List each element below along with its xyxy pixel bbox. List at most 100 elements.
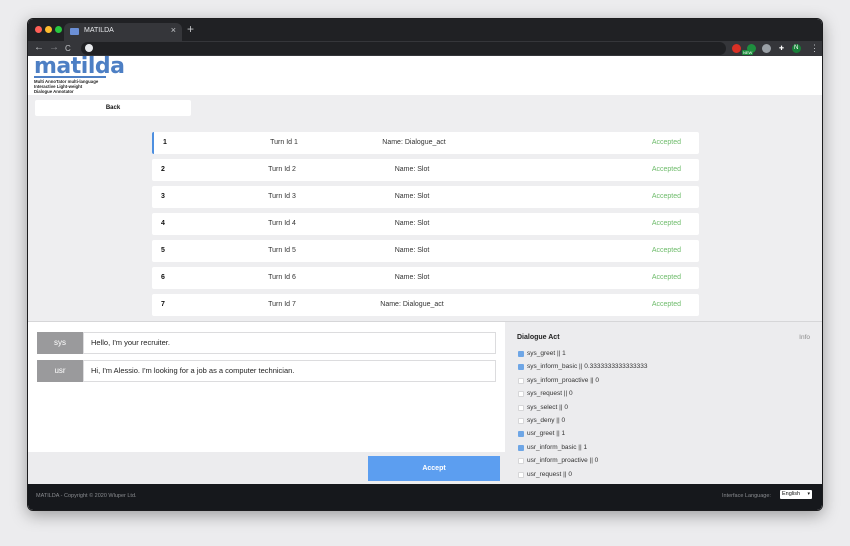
turn-row[interactable]: 6 Turn Id 6 Name: Slot Accepted: [152, 267, 699, 289]
dialogue-act-label: sys_request || 0: [527, 390, 573, 398]
turn-status: Accepted: [651, 247, 681, 254]
turn-row[interactable]: 2 Turn Id 2 Name: Slot Accepted: [152, 159, 699, 181]
checkbox-unchecked-icon[interactable]: [518, 391, 524, 398]
dialogue-act-label: usr_inform_proactive || 0: [527, 457, 599, 465]
extension-red-icon[interactable]: [732, 44, 741, 53]
turn-status: Accepted: [651, 139, 681, 146]
checkbox-unchecked-icon[interactable]: [518, 458, 524, 465]
turn-number: 2: [161, 166, 165, 173]
app-header: matilda Multi AnnoTator multi-language I…: [28, 54, 822, 95]
back-button[interactable]: Back: [35, 100, 191, 116]
turn-list: 1 Turn Id 1 Name: Dialogue_act Accepted …: [152, 132, 699, 318]
tab-title: MATILDA: [84, 27, 114, 34]
utterance-text: Hello, I'm your recruiter.: [83, 332, 496, 354]
speaker-tag: usr: [37, 360, 83, 382]
checkbox-checked-icon[interactable]: [518, 431, 524, 438]
dialogue-act-label: sys_select || 0: [527, 403, 568, 411]
checkbox-checked-icon[interactable]: [518, 444, 524, 451]
logo-underline: [34, 76, 106, 78]
dialogue-act-label: sys_greet || 1: [527, 350, 566, 357]
language-select[interactable]: English ▾: [780, 490, 812, 499]
turn-name: Name: Slot: [394, 166, 430, 173]
turn-id: Turn Id 1: [270, 139, 298, 146]
checkbox-checked-icon[interactable]: [518, 364, 524, 371]
matilda-app: matilda Multi AnnoTator multi-language I…: [28, 54, 822, 510]
dialogue-act-label: usr_request || 0: [527, 470, 572, 478]
turn-name: Name: Slot: [394, 247, 430, 254]
turn-id: Turn Id 6: [268, 274, 296, 281]
logo-subtitle-line-3: Dialogue Annotator: [34, 89, 74, 94]
turn-name: Name: Slot: [394, 274, 430, 281]
turn-name: Name: Slot: [394, 193, 430, 200]
tab-close-icon[interactable]: ×: [171, 25, 176, 35]
new-badge: NEW: [742, 50, 754, 55]
info-link[interactable]: Info: [799, 334, 810, 341]
turn-id: Turn Id 3: [268, 193, 296, 200]
turn-number: 3: [161, 193, 165, 200]
app-footer: MATILDA - Copyright © 2020 Wluper Ltd. I…: [28, 484, 822, 510]
dialogue-act-label: sys_inform_basic || 0.3333333333333333: [527, 363, 648, 371]
turn-row[interactable]: 7 Turn Id 7 Name: Dialogue_act Accepted: [152, 294, 699, 316]
address-bar[interactable]: [81, 42, 726, 55]
browser-menu-icon[interactable]: ⋮: [810, 43, 819, 53]
checkbox-unchecked-icon[interactable]: [518, 471, 524, 478]
turn-row[interactable]: 1 Turn Id 1 Name: Dialogue_act Accepted: [152, 132, 699, 154]
tab-bar: MATILDA × +: [28, 19, 822, 41]
utterance-text: Hi, I'm Alessio. I'm looking for a job a…: [83, 360, 496, 382]
browser-window: MATILDA × + ← → C ✚ N NEW ⋮ matilda Multi …: [27, 18, 823, 511]
speaker-tag: sys: [37, 332, 83, 354]
turn-number: 7: [161, 301, 165, 308]
copyright-text: MATILDA - Copyright © 2020 Wluper Ltd.: [36, 493, 137, 499]
browser-toolbar: ← → C ✚ N NEW ⋮: [28, 41, 822, 56]
turn-id: Turn Id 4: [268, 220, 296, 227]
turn-number: 1: [163, 139, 167, 146]
language-label: Interface Language:: [722, 493, 771, 499]
turn-row[interactable]: 3 Turn Id 3 Name: Slot Accepted: [152, 186, 699, 208]
puzzle-icon-glyph: ✚: [779, 46, 785, 52]
turn-name: Name: Slot: [394, 220, 430, 227]
turn-status: Accepted: [651, 274, 681, 281]
tab-favicon-icon: [70, 28, 79, 35]
turn-number: 6: [161, 274, 165, 281]
turn-status: Accepted: [651, 301, 681, 308]
turn-status: Accepted: [651, 220, 681, 227]
annotation-workspace: sys Hello, I'm your recruiter. usr Hi, I…: [28, 321, 822, 485]
checkbox-unchecked-icon[interactable]: [518, 377, 524, 384]
site-info-icon[interactable]: [85, 44, 93, 52]
checkbox-unchecked-icon[interactable]: [518, 418, 524, 424]
checkbox-unchecked-icon[interactable]: [518, 404, 524, 411]
turn-row[interactable]: 4 Turn Id 4 Name: Slot Accepted: [152, 213, 699, 235]
puzzle-icon[interactable]: ✚: [777, 44, 786, 53]
checkbox-checked-icon[interactable]: [518, 351, 524, 357]
maximize-window-button[interactable]: [55, 26, 62, 33]
profile-avatar-icon[interactable]: N: [792, 44, 801, 53]
turn-id: Turn Id 7: [268, 301, 296, 308]
browser-tab[interactable]: MATILDA ×: [64, 23, 182, 41]
turn-id: Turn Id 5: [268, 247, 296, 254]
turn-row[interactable]: 5 Turn Id 5 Name: Slot Accepted: [152, 240, 699, 262]
minimize-window-button[interactable]: [45, 26, 52, 33]
dialogue-act-label: usr_inform_basic || 1: [527, 443, 588, 451]
back-arrow-icon[interactable]: ←: [34, 42, 44, 54]
accept-button[interactable]: Accept: [368, 456, 500, 481]
turn-name: Name: Dialogue_act: [382, 139, 446, 146]
close-window-button[interactable]: [35, 26, 42, 33]
new-tab-icon[interactable]: +: [187, 23, 194, 35]
dialogue-act-label: sys_inform_proactive || 0: [527, 376, 600, 384]
turn-id: Turn Id 2: [268, 166, 296, 173]
dialogue-act-label: usr_greet || 1: [527, 430, 566, 438]
dialogue-act-label: sys_deny || 0: [527, 417, 566, 424]
turn-number: 4: [161, 220, 165, 227]
turn-name: Name: Dialogue_act: [380, 301, 444, 308]
language-value: English: [782, 491, 801, 497]
annotation-panel: Dialogue Act Info sys_greet || 1 sys_info…: [505, 322, 822, 485]
turn-status: Accepted: [651, 166, 681, 173]
extension-grey-icon[interactable]: [762, 44, 771, 53]
profile-avatar-icon-glyph: N: [794, 45, 799, 51]
turn-status: Accepted: [651, 193, 681, 200]
dialogue-turn: usr Hi, I'm Alessio. I'm looking for a j…: [37, 360, 496, 382]
accept-bar: Accept: [28, 452, 505, 485]
chevron-down-icon: ▾: [807, 491, 810, 497]
forward-arrow-icon[interactable]: →: [49, 42, 59, 54]
turn-number: 5: [161, 247, 165, 254]
